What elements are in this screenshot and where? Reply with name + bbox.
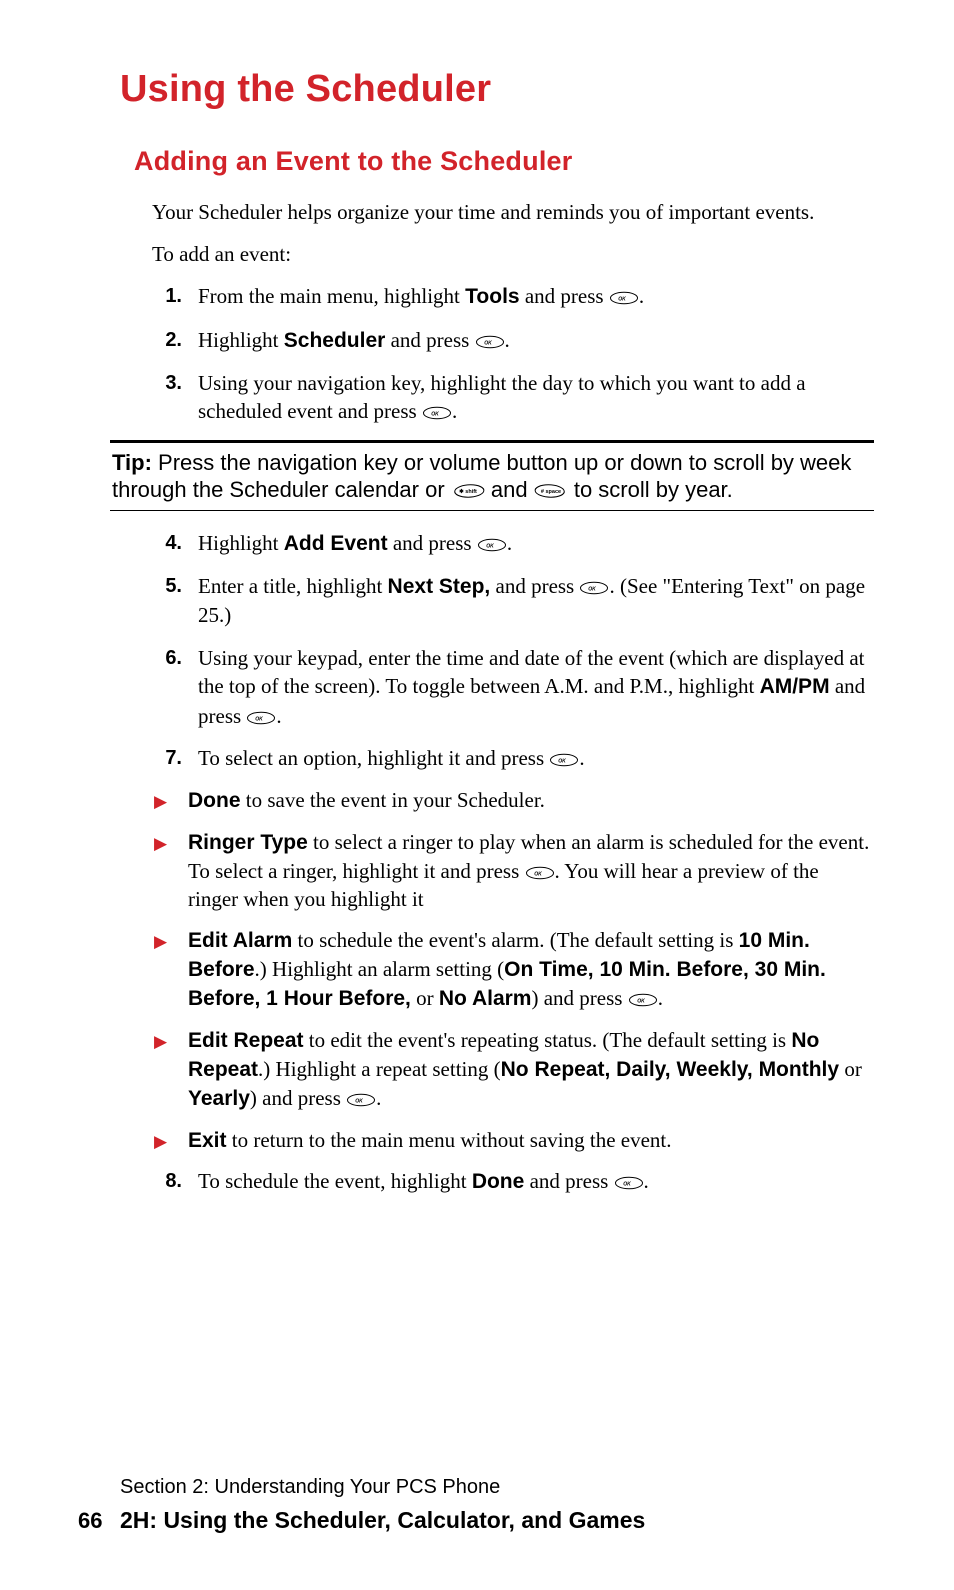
step-list-b1: 4.Highlight Add Event and press OK.5.Ent… [138,529,874,772]
option-text: Exit to return to the main menu without … [188,1126,874,1155]
svg-text:OK: OK [486,543,494,549]
option-item: ▶Exit to return to the main menu without… [154,1126,874,1155]
option-item: ▶Edit Repeat to edit the event's repeati… [154,1026,874,1114]
bold-term: Tools [465,285,519,308]
bold-term: Next Step, [388,575,491,598]
intro-paragraph-1: Your Scheduler helps organize your time … [152,198,874,226]
tip-body: Press the navigation key or volume butto… [112,450,851,503]
section-heading: Adding an Event to the Scheduler [134,143,874,179]
bold-term: No Repeat, Daily, Weekly, Monthly [501,1058,839,1081]
step-item: 6.Using your keypad, enter the time and … [138,644,874,730]
step-text: To schedule the event, highlight Done an… [198,1167,874,1196]
step-item: 1.From the main menu, highlight Tools an… [138,282,874,311]
step-item: 7.To select an option, highlight it and … [138,744,874,772]
bold-term: AM/PM [760,675,830,698]
bullet-arrow-icon: ▶ [154,828,188,914]
step-number: 3. [138,369,198,426]
option-text: Done to save the event in your Scheduler… [188,786,874,815]
svg-text:OK: OK [589,587,597,593]
step-number: 8. [138,1167,198,1196]
tip-box: Tip: Press the navigation key or volume … [110,440,874,511]
ok-key-icon: OK [346,1084,376,1112]
bold-term: Yearly [188,1087,250,1110]
step-item: 3.Using your navigation key, highlight t… [138,369,874,426]
svg-text:OK: OK [637,999,645,1005]
step-list-a: 1.From the main menu, highlight Tools an… [138,282,874,425]
svg-text:OK: OK [559,758,567,764]
option-lead: Exit [188,1129,227,1152]
footer-chapter-title: 2H: Using the Scheduler, Calculator, and… [120,1505,645,1536]
svg-text:✱ shift: ✱ shift [459,488,477,495]
page-number: 66 [78,1506,120,1536]
step-item: 2.Highlight Scheduler and press OK. [138,326,874,355]
bold-term: No Alarm [439,987,532,1010]
page-title: Using the Scheduler [120,64,874,115]
tip-label: Tip: [112,450,152,475]
bullet-arrow-icon: ▶ [154,926,188,1014]
bullet-arrow-icon: ▶ [154,1126,188,1155]
star-key-icon: ✱ shift [451,476,485,504]
option-text: Edit Repeat to edit the event's repeatin… [188,1026,874,1114]
ok-key-icon: OK [477,529,507,557]
bold-term: Done [472,1170,525,1193]
step-number: 4. [138,529,198,558]
bold-term: Scheduler [284,329,386,352]
step-text: From the main menu, highlight Tools and … [198,282,874,311]
ok-key-icon: OK [525,857,555,885]
option-text: Ringer Type to select a ringer to play w… [188,828,874,914]
page-footer: Section 2: Understanding Your PCS Phone … [78,1474,874,1536]
svg-text:OK: OK [534,871,542,877]
option-lead: Edit Repeat [188,1029,304,1052]
bullet-arrow-icon: ▶ [154,786,188,815]
step-text: To select an option, highlight it and pr… [198,744,874,772]
step-item: 5.Enter a title, highlight Next Step, an… [138,572,874,630]
option-item: ▶Ringer Type to select a ringer to play … [154,828,874,914]
svg-text:OK: OK [623,1181,631,1187]
svg-text:OK: OK [618,297,626,303]
step-number: 1. [138,282,198,311]
step-text: Using your navigation key, highlight the… [198,369,874,426]
option-text: Edit Alarm to schedule the event's alarm… [188,926,874,1014]
ok-key-icon: OK [549,744,579,772]
ok-key-icon: OK [422,397,452,425]
option-lead: Edit Alarm [188,929,292,952]
svg-text:# space: # space [541,489,561,495]
ok-key-icon: OK [579,572,609,600]
svg-text:OK: OK [355,1099,363,1105]
step-item: 4.Highlight Add Event and press OK. [138,529,874,558]
svg-text:OK: OK [256,716,264,722]
step-text: Highlight Add Event and press OK. [198,529,874,558]
step-number: 5. [138,572,198,630]
bullet-arrow-icon: ▶ [154,1026,188,1114]
pound-key-icon: # space [534,476,568,504]
step-text: Enter a title, highlight Next Step, and … [198,572,874,630]
option-item: ▶Edit Alarm to schedule the event's alar… [154,926,874,1014]
option-list: ▶Done to save the event in your Schedule… [154,786,874,1155]
step-number: 7. [138,744,198,772]
step-text: Using your keypad, enter the time and da… [198,644,874,730]
step-number: 2. [138,326,198,355]
step-list-b2: 8.To schedule the event, highlight Done … [138,1167,874,1196]
ok-key-icon: OK [475,326,505,354]
manual-page: Using the Scheduler Adding an Event to t… [0,0,954,1590]
step-item: 8.To schedule the event, highlight Done … [138,1167,874,1196]
footer-section-label: Section 2: Understanding Your PCS Phone [120,1474,874,1501]
svg-text:OK: OK [431,412,439,418]
option-lead: Done [188,789,241,812]
step-text: Highlight Scheduler and press OK. [198,326,874,355]
option-item: ▶Done to save the event in your Schedule… [154,786,874,815]
ok-key-icon: OK [246,702,276,730]
ok-key-icon: OK [609,282,639,310]
ok-key-icon: OK [628,984,658,1012]
svg-text:OK: OK [484,340,492,346]
step-number: 6. [138,644,198,730]
bold-term: Add Event [284,532,388,555]
option-lead: Ringer Type [188,831,308,854]
ok-key-icon: OK [614,1167,644,1195]
intro-paragraph-2: To add an event: [152,240,874,268]
